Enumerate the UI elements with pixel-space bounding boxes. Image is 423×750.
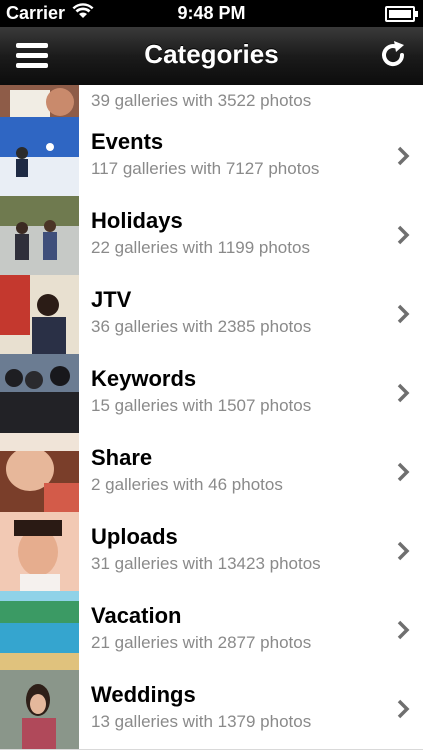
chevron-right-icon bbox=[397, 541, 410, 561]
refresh-icon bbox=[382, 41, 405, 67]
category-thumbnail bbox=[0, 591, 79, 670]
chevron-right-icon bbox=[397, 620, 410, 640]
chevron-right-icon bbox=[397, 699, 410, 719]
list-item[interactable]: Holidays 22 galleries with 1199 photos bbox=[0, 196, 423, 276]
category-title: Vacation bbox=[91, 603, 182, 628]
category-subtitle: 15 galleries with 1507 photos bbox=[91, 396, 312, 415]
category-title: JTV bbox=[91, 287, 132, 312]
category-title: Events bbox=[91, 129, 164, 154]
category-thumbnail bbox=[0, 670, 79, 749]
chevron-right-icon bbox=[397, 462, 410, 482]
category-thumbnail bbox=[0, 117, 79, 196]
status-time: 9:48 PM bbox=[177, 3, 246, 23]
category-title: Share bbox=[91, 445, 153, 470]
category-thumbnail bbox=[0, 354, 79, 433]
category-subtitle: 21 galleries with 2877 photos bbox=[91, 633, 312, 652]
battery-icon bbox=[385, 6, 418, 22]
navigation-bar: Categories bbox=[0, 27, 423, 86]
category-title: Weddings bbox=[91, 682, 196, 707]
category-subtitle: 13 galleries with 1379 photos bbox=[91, 712, 312, 731]
list-item[interactable]: Vacation 21 galleries with 2877 photos bbox=[0, 591, 423, 671]
list-item[interactable]: Keywords 15 galleries with 1507 photos bbox=[0, 354, 423, 434]
category-subtitle: 22 galleries with 1199 photos bbox=[91, 238, 310, 257]
status-bar: Carrier 9:48 PM bbox=[0, 0, 423, 27]
list-item[interactable]: Weddings 13 galleries with 1379 photos bbox=[0, 670, 423, 750]
category-subtitle: 117 galleries with 7127 photos bbox=[91, 159, 320, 178]
category-title: Keywords bbox=[91, 366, 197, 391]
list-item[interactable]: Uploads 31 galleries with 13423 photos bbox=[0, 512, 423, 592]
chevron-right-icon bbox=[397, 225, 410, 245]
category-title: Holidays bbox=[91, 208, 183, 233]
category-title: Uploads bbox=[91, 524, 178, 549]
category-subtitle: 36 galleries with 2385 photos bbox=[91, 317, 312, 336]
category-thumbnail bbox=[0, 275, 79, 354]
list-item[interactable]: Share 2 galleries with 46 photos bbox=[0, 433, 423, 513]
list-item[interactable]: Events 117 galleries with 7127 photos bbox=[0, 117, 423, 197]
category-subtitle: 39 galleries with 3522 photos bbox=[91, 91, 312, 110]
category-thumbnail bbox=[0, 512, 79, 591]
list-item[interactable]: JTV 36 galleries with 2385 photos bbox=[0, 275, 423, 355]
chevron-right-icon bbox=[397, 304, 410, 324]
category-thumbnail bbox=[0, 196, 79, 275]
category-subtitle: 31 galleries with 13423 photos bbox=[91, 554, 321, 573]
category-list: 39 galleries with 3522 photos Events 117… bbox=[0, 85, 423, 750]
refresh-button[interactable] bbox=[377, 39, 409, 71]
chevron-right-icon bbox=[397, 383, 410, 403]
page-title: Categories bbox=[144, 39, 279, 69]
category-thumbnail bbox=[0, 433, 79, 512]
chevron-right-icon bbox=[397, 146, 410, 166]
category-subtitle: 2 galleries with 46 photos bbox=[91, 475, 283, 494]
